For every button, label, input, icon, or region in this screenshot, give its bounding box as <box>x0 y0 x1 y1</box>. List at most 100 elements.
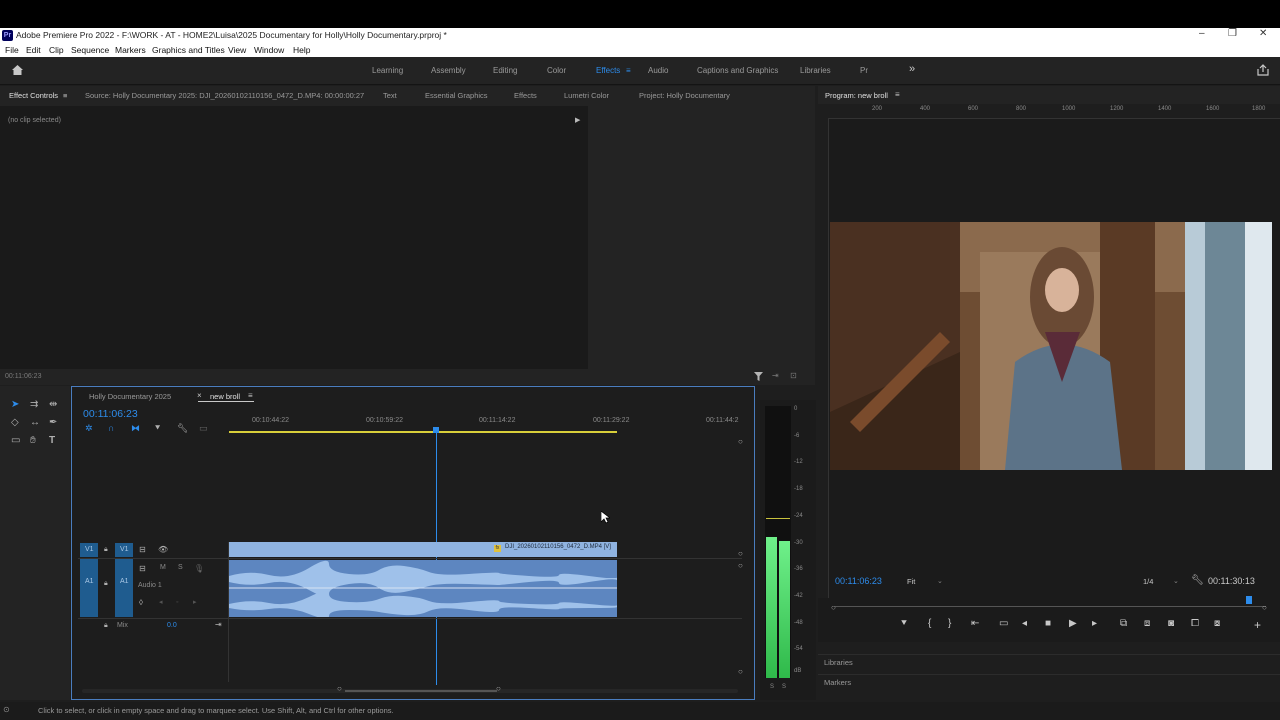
vertical-scroll-handle[interactable]: ○ <box>738 549 743 558</box>
timeline-menu-icon[interactable]: ≡ <box>248 391 253 400</box>
sync-lock-icon[interactable]: ⊟ <box>139 564 146 574</box>
scrub-end-handle[interactable]: ○ <box>1262 603 1267 612</box>
menu-file[interactable]: File <box>5 45 19 55</box>
work-area-bar[interactable] <box>229 431 617 433</box>
workspace-menu-icon[interactable]: ≡ <box>626 66 631 75</box>
extract-icon[interactable]: ⧈ <box>1144 618 1150 629</box>
add-keyframe-icon[interactable]: ◦ <box>176 598 178 608</box>
effect-controls-menu-icon[interactable]: ≡ <box>63 91 67 100</box>
timeline-tab-new-broll[interactable]: new broll <box>210 392 240 401</box>
type-tool-icon[interactable]: T <box>49 436 55 446</box>
pen-tool-icon[interactable]: ✒ <box>49 418 57 428</box>
ripple-edit-tool-icon[interactable]: ⇹ <box>49 400 57 410</box>
lock-icon[interactable]: 🔒︎ <box>104 545 108 555</box>
workspace-assembly[interactable]: Assembly <box>431 66 466 75</box>
export-frame-icon[interactable]: ⇥ <box>772 371 779 380</box>
tab-text[interactable]: Text <box>383 91 397 100</box>
mark-in-icon[interactable]: { <box>928 618 931 629</box>
safe-margins-icon[interactable]: ▭ <box>999 618 1008 629</box>
timeline-ruler[interactable]: 00:10:44:22 00:10:59:22 00:11:14:22 00:1… <box>229 414 741 434</box>
linked-selection-icon[interactable]: ⧓ <box>131 423 140 433</box>
workspace-effects[interactable]: Effects <box>596 66 620 75</box>
minimize-button[interactable]: – <box>1199 28 1205 39</box>
hand-tool-icon[interactable]: ✋︎ <box>30 436 36 446</box>
program-video-frame[interactable] <box>830 222 1272 470</box>
workspace-audio[interactable]: Audio <box>648 66 668 75</box>
zoom-fit-select[interactable]: Fit <box>907 577 915 586</box>
lock-icon[interactable]: 🔒︎ <box>104 621 108 631</box>
timeline-settings-wrench-icon[interactable]: 🔧︎ <box>177 423 188 433</box>
selection-tool-icon[interactable]: ➤ <box>11 400 19 410</box>
workspace-editing[interactable]: Editing <box>493 66 517 75</box>
home-icon[interactable] <box>11 64 24 76</box>
expand-arrow-icon[interactable]: ▶ <box>575 116 580 124</box>
add-marker-icon[interactable]: ⯆ <box>900 618 908 629</box>
filter-icon[interactable] <box>754 372 763 381</box>
resolution-dropdown-chevron-icon[interactable]: ⌄ <box>1173 577 1179 585</box>
tab-effect-controls[interactable]: Effect Controls <box>9 91 58 100</box>
workspace-color[interactable]: Color <box>547 66 566 75</box>
menu-window[interactable]: Window <box>254 45 284 55</box>
eye-icon[interactable]: 👁︎ <box>158 545 168 555</box>
tab-effects[interactable]: Effects <box>514 91 537 100</box>
menu-edit[interactable]: Edit <box>26 45 41 55</box>
track-select-tool-icon[interactable]: ⇉ <box>30 400 38 410</box>
compare-view-icon[interactable]: ⧠ <box>1191 618 1199 629</box>
markers-panel-tab[interactable]: Markers <box>824 678 851 687</box>
solo-left-button[interactable]: S <box>770 684 774 690</box>
go-to-in-icon[interactable]: ⇤ <box>971 618 979 629</box>
scrub-start-handle[interactable]: ○ <box>831 603 836 612</box>
menu-markers[interactable]: Markers <box>115 45 146 55</box>
video-clip[interactable]: fx DJI_20260102110156_0472_D.MP4 [V] <box>229 542 617 557</box>
tab-lumetri-color[interactable]: Lumetri Color <box>564 91 609 100</box>
zoom-dropdown-chevron-icon[interactable]: ⌄ <box>937 577 943 585</box>
program-current-time[interactable]: 00:11:06:23 <box>835 576 882 586</box>
multicam-icon[interactable]: ⧇ <box>1214 618 1220 629</box>
close-tab-icon[interactable]: × <box>197 391 202 400</box>
razor-tool-icon[interactable]: ◇ <box>11 418 19 428</box>
rectangle-tool-icon[interactable]: ▭ <box>11 436 20 446</box>
snap-icon[interactable]: ∩ <box>108 423 114 433</box>
vertical-scroll-handle[interactable]: ○ <box>738 561 743 570</box>
timeline-tab-holly-documentary[interactable]: Holly Documentary 2025 <box>89 392 171 401</box>
stop-icon[interactable]: ■ <box>1045 618 1051 629</box>
menu-view[interactable]: View <box>228 45 246 55</box>
workspace-libraries[interactable]: Libraries <box>800 66 831 75</box>
close-button[interactable]: ✕ <box>1259 28 1267 39</box>
scrollbar-thumb[interactable] <box>345 690 497 692</box>
resolution-select[interactable]: 1/4 <box>1143 577 1153 586</box>
workspace-pr[interactable]: Pr <box>860 66 868 75</box>
v1-track-target[interactable]: V1 <box>115 543 133 557</box>
a1-track-target[interactable]: A1 <box>115 559 133 617</box>
menu-graphics-and-titles[interactable]: Graphics and Titles <box>152 45 225 55</box>
menu-help[interactable]: Help <box>293 45 310 55</box>
program-playhead[interactable] <box>1245 596 1252 604</box>
voiceover-mic-icon[interactable]: 🎙︎ <box>194 564 204 574</box>
timeline-current-time[interactable]: 00:11:06:23 <box>83 408 138 420</box>
workspace-captions-and-graphics[interactable]: Captions and Graphics <box>697 66 778 75</box>
sync-lock-icon[interactable]: ⊟ <box>139 545 146 555</box>
mute-button[interactable]: M <box>160 564 166 571</box>
libraries-panel-tab[interactable]: Libraries <box>824 658 853 667</box>
scroll-handle-left[interactable]: ○ <box>337 684 342 693</box>
next-keyframe-icon[interactable]: ▸ <box>193 598 197 608</box>
vertical-scroll-handle[interactable]: ○ <box>738 667 743 676</box>
audio-clip[interactable] <box>229 560 618 619</box>
program-menu-icon[interactable]: ≡ <box>895 90 900 99</box>
program-monitor-title[interactable]: Program: new broll <box>825 91 888 100</box>
add-button-icon[interactable]: + <box>1254 618 1261 632</box>
prev-keyframe-icon[interactable]: ◂ <box>159 598 163 608</box>
tab-source[interactable]: Source: Holly Documentary 2025: DJI_2026… <box>85 91 364 100</box>
tab-project[interactable]: Project: Holly Documentary <box>639 91 730 100</box>
vertical-scroll-handle[interactable]: ○ <box>738 437 743 446</box>
slip-tool-icon[interactable]: ↔ <box>30 418 40 428</box>
solo-right-button[interactable]: S <box>782 684 786 690</box>
wrench-icon[interactable]: 🔧︎ <box>1191 575 1204 586</box>
step-back-icon[interactable]: ◂ <box>1022 618 1027 629</box>
captions-icon[interactable]: ▭ <box>199 423 208 433</box>
nest-icon[interactable]: ✲ <box>85 423 93 433</box>
mix-value[interactable]: 0.0 <box>167 622 177 629</box>
export-frame-icon[interactable]: ◙ <box>1168 618 1174 629</box>
settings-icon[interactable]: ⊡ <box>790 371 797 380</box>
v1-source-patch[interactable]: V1 <box>80 543 98 557</box>
